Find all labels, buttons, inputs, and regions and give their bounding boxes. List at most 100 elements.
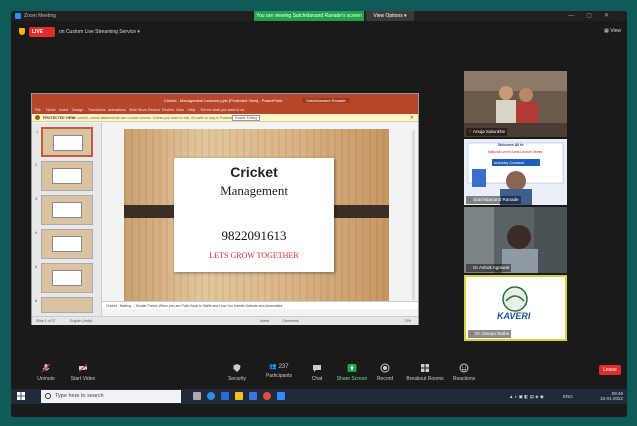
ribbon-tab[interactable]: Home	[46, 108, 56, 112]
protected-view-label: PROTECTED VIEW	[43, 116, 75, 120]
zoom-taskbar-icon[interactable]	[277, 392, 285, 400]
enable-editing-button[interactable]: Enable Editing	[232, 115, 260, 121]
reactions-label: Reactions	[452, 376, 476, 382]
chat-label: Chat	[311, 376, 323, 382]
system-tray-icons[interactable]: ▲ ◐ ▣ ◧ ▤ ◈ ◉	[509, 394, 544, 400]
status-comments-button[interactable]: Comments	[282, 319, 299, 323]
slide-number: 2	[35, 162, 38, 167]
status-zoom[interactable]: 73%	[404, 319, 411, 323]
participants-button[interactable]: 👥 237 Participants	[261, 363, 297, 379]
security-button[interactable]: Security	[224, 363, 250, 382]
zoom-window: Zoom Meeting You are viewing Satchidanan…	[11, 11, 627, 417]
slide-thumbnail[interactable]: 5	[35, 263, 93, 293]
thumbnail-content	[52, 202, 82, 218]
title-bar: Zoom Meeting You are viewing Satchidanan…	[11, 11, 627, 21]
window-title: Zoom Meeting	[24, 13, 56, 19]
participant-tile-active[interactable]: KAVERI ✕ Dr. Deepa Sathe	[464, 275, 567, 341]
participant-tile[interactable]: ✕ Dr Ashok Agrawal	[464, 207, 567, 273]
share-screen-button[interactable]: Share Screen	[336, 363, 368, 382]
live-service-text: on Custom Live Streaming Service	[59, 29, 136, 35]
windows-start-icon[interactable]	[17, 392, 25, 400]
taskbar-search[interactable]: Type here to search	[41, 390, 181, 403]
slide-thumbnail[interactable]: 6	[35, 297, 93, 313]
start-video-button[interactable]: Start Video	[66, 363, 100, 382]
status-notes-button[interactable]: Notes	[260, 319, 269, 323]
view-options-button[interactable]: View Options ▾	[366, 11, 414, 21]
participant-name-text: Anuja Salunkhe	[472, 129, 506, 134]
slide-number: 6	[35, 298, 38, 303]
ribbon-tab[interactable]: View	[176, 108, 184, 112]
unmute-button[interactable]: Unmute	[31, 363, 61, 382]
slide-thumbnails[interactable]: 1 2 3 4 5 6	[32, 123, 102, 316]
slide-title: Cricket	[230, 164, 278, 180]
reactions-button[interactable]: Reactions	[449, 363, 479, 382]
live-service-label[interactable]: on Custom Live Streaming Service ▾	[59, 29, 140, 35]
window-controls[interactable]: —▢✕	[568, 12, 621, 19]
breakout-rooms-button[interactable]: Breakout Rooms	[403, 363, 447, 382]
task-view-icon[interactable]	[193, 392, 201, 400]
participant-name-text: Dr. Deepa Sathe	[475, 331, 510, 336]
view-options-label: View Options	[373, 13, 403, 19]
live-badge[interactable]: LIVE	[29, 27, 55, 37]
mail-icon[interactable]	[249, 392, 257, 400]
ribbon-tab[interactable]: Transitions	[88, 108, 105, 112]
slide-canvas[interactable]: Cricket Management 9822091613 LETS GROW …	[108, 129, 392, 301]
chrome-icon[interactable]	[263, 392, 271, 400]
participant-name: ✕ Satchidanand Ranade	[466, 196, 521, 204]
participants-label: Participants	[265, 373, 293, 379]
ribbon-tab[interactable]: Design	[72, 108, 83, 112]
participant-name-text: Satchidanand Ranade	[473, 197, 519, 202]
shield-icon	[233, 364, 241, 372]
slide-tagline: LETS GROW TOGETHER	[209, 251, 299, 260]
chat-icon	[313, 365, 321, 372]
participant-name: ✕ Dr. Deepa Sathe	[468, 330, 512, 338]
thumbnail-content	[53, 135, 83, 151]
mic-muted-icon	[41, 363, 51, 373]
mic-muted-icon: ✕	[468, 129, 472, 134]
ribbon-tab[interactable]: Record	[148, 108, 160, 112]
slide-thumbnail[interactable]: 4	[35, 229, 93, 259]
slide-number: 1	[36, 129, 39, 134]
shield-icon[interactable]	[19, 28, 25, 35]
speaker-notes[interactable]: Cricket - Batting ... Similar Fishes Whe…	[102, 301, 418, 309]
meeting-toolbar: Unmute Start Video Security 👥 237 Partic…	[11, 359, 627, 389]
leave-button[interactable]: Leave	[599, 365, 621, 375]
viewing-banner: You are viewing Satchidanand Ranade's sc…	[254, 11, 364, 21]
participant-tile[interactable]: ✕ Anuja Salunkhe	[464, 71, 567, 137]
search-placeholder: Type here to search	[55, 393, 104, 399]
close-icon[interactable]: ✕	[410, 115, 414, 121]
slide-subtitle: Management	[220, 183, 288, 198]
file-explorer-icon[interactable]	[235, 392, 243, 400]
slide-phone: 9822091613	[221, 228, 287, 243]
vertical-scrollbar[interactable]	[412, 130, 415, 300]
ribbon-tab[interactable]: Review	[162, 108, 174, 112]
ribbon-tab[interactable]: Animations	[108, 108, 126, 112]
ribbon-tab[interactable]: Slide Show	[129, 108, 147, 112]
slide-thumbnail[interactable]: 1	[36, 127, 93, 157]
edge-icon[interactable]	[207, 392, 215, 400]
ribbon-tab[interactable]: Help	[188, 108, 195, 112]
security-label: Security	[227, 376, 247, 382]
pp-user: Satchidanand Ranade	[302, 98, 350, 103]
banner-line1: Welcome All to	[498, 143, 524, 147]
chat-button[interactable]: Chat	[307, 363, 327, 382]
ribbon-tab[interactable]: File	[35, 108, 41, 112]
slide-presenter: CA Satchidanand A Ranade	[195, 205, 318, 217]
protected-view-bar: PROTECTED VIEW Be careful—email attachme…	[32, 114, 418, 122]
logo-text: KAVERI	[497, 311, 531, 321]
ribbon-tab[interactable]: Tell me what you want to do	[200, 108, 244, 112]
slide-thumbnail[interactable]: 2	[35, 161, 93, 191]
record-label: Record	[376, 376, 394, 382]
slide-thumbnail[interactable]: 3	[35, 195, 93, 225]
ribbon-tab[interactable]: Insert	[59, 108, 68, 112]
mic-muted-icon: ✕	[468, 197, 472, 202]
language-indicator[interactable]: ENG	[563, 394, 573, 399]
search-icon	[45, 393, 51, 399]
clock[interactable]: 09:46 15-01-2022	[600, 391, 623, 401]
participant-tile[interactable]: Welcome All to National Level Guest Lect…	[464, 139, 567, 205]
record-button[interactable]: Record	[373, 363, 397, 382]
store-icon[interactable]	[221, 392, 229, 400]
view-button[interactable]: ▦ View	[604, 28, 621, 34]
slide-number: 5	[35, 264, 38, 269]
record-icon	[380, 363, 390, 373]
